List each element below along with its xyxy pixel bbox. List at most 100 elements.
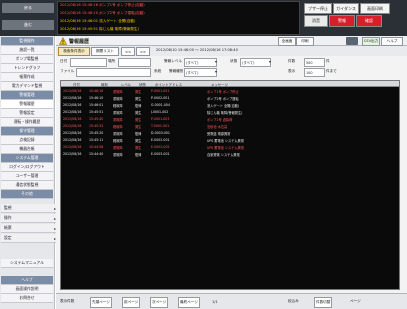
buzzer-stop-button[interactable]: ブザー停止 [304, 3, 332, 14]
alarm-button[interactable]: 警報 [329, 15, 355, 27]
alarm-level-value: (すべて) [186, 61, 199, 65]
first-page-button[interactable]: 先頭ページ [90, 297, 112, 308]
table-row[interactable]: 2012/08/16 15:44:58 重故障 発生 E-0002-002 UPS 蓄電池… [61, 144, 399, 150]
chevron-down-icon[interactable]: ▾ [215, 59, 217, 64]
sidebar-section-monitor: 監視操作 [1, 37, 53, 46]
period-list-button[interactable]: 期間リスト [91, 47, 119, 56]
csv-button[interactable]: CSV出力 [362, 37, 380, 46]
sidebar-item-equipment[interactable]: 機器台帳 [1, 145, 53, 154]
table-row[interactable]: 2012/08/16 15:45:11 軽故障 発生 E-0002-001 UPS 蓄電池… [61, 137, 399, 143]
column-header[interactable]: 日付 [73, 81, 80, 87]
table-cell-msg: ポンプ1号 ポンプ停止 [207, 89, 239, 94]
prev-period-button[interactable]: << [121, 47, 135, 56]
guidance-button[interactable]: ガイダンス [333, 3, 359, 14]
help-button[interactable]: ヘルプ [381, 37, 403, 46]
file-field[interactable] [76, 68, 151, 77]
sidebar-item-inspection[interactable]: 点検記録 [1, 136, 53, 145]
sidebar-menu-label: 操作 [4, 215, 12, 220]
sidebar-menu-monitor[interactable]: 監視 ▸ [1, 204, 59, 213]
alarm-log-line: 2012/08/16 15:46:16 ポンプ1号 ポンプ停止(自動) [60, 3, 145, 7]
state-select[interactable]: (すべて) [240, 58, 271, 67]
sidebar-item-login[interactable]: ログイン/ログアウト [1, 163, 53, 172]
back-button[interactable]: 戻る [2, 3, 54, 13]
sidebar-item-user-management[interactable]: ユーザー管理 [1, 172, 53, 181]
alarm-type-select[interactable]: (すべて) [184, 68, 217, 77]
sidebar-item-pump-monitor[interactable]: ポンプ場監視 [1, 55, 53, 64]
alarm-log-line: 2012/08/16 15:46:10 ポンプ2号 ポンプ運転(自動) [60, 11, 145, 15]
last-page-button[interactable]: 最終ページ [178, 297, 200, 308]
sidebar-item-trend-graph[interactable]: トレンドグラフ [1, 64, 53, 73]
display-value: 100 [306, 70, 313, 75]
table-cell-addr: P-0001-001 [151, 89, 170, 93]
date-field[interactable] [70, 58, 107, 67]
table-row[interactable]: 2012/08/16 15:45:20 重故障 復帰 D-0003-001 受電盤 電源異… [61, 130, 399, 136]
mute-button[interactable]: 消音 [304, 15, 328, 27]
column-header[interactable]: メッセージ [211, 81, 228, 87]
next-page-button[interactable]: 次ページ [150, 297, 169, 308]
print-tab[interactable]: 印刷 [296, 37, 314, 46]
table-row[interactable]: 2012/08/16 15:45:51 重故障 発生 J-0001-002 除じん機 故障… [61, 109, 399, 115]
table-cell-state: 発生 [135, 117, 142, 122]
screen-print-button[interactable]: 画面印刷 [360, 3, 390, 14]
next-period-button[interactable]: >> [136, 47, 150, 56]
table-header: 日付 時刻 レベル 状態 ポイントアドレス メッセージ [61, 81, 399, 87]
sidebar-item-report[interactable]: 帳票作成 [1, 73, 53, 82]
table-cell-level: 重故障 [113, 96, 123, 101]
table-row[interactable]: 2012/08/16 15:45:32 軽故障 発生 T-0001-001 沈砂池 水位高 [61, 123, 399, 129]
table-cell-time: 15:45:20 [89, 131, 104, 135]
prev-page-button[interactable]: 前ページ [122, 297, 141, 308]
count-field[interactable]: 500 [304, 58, 325, 67]
sidebar-menu-report[interactable]: 帳票 ▸ [1, 224, 59, 233]
sidebar-item-facility-list[interactable]: 施設一覧 [1, 46, 53, 55]
sidebar-item-alarm-settings[interactable]: 警報設定 [1, 109, 53, 118]
count-switch-button[interactable]: 件数切替 [314, 297, 333, 308]
sidebar-item-alarm-history[interactable]: 警報履歴 [1, 100, 53, 109]
place-field[interactable] [118, 58, 151, 67]
alarm-log-line: 2012/08/16 15:45:51 除じん機 故障(警報発生) [60, 27, 140, 31]
search-condition-button[interactable]: 検索条件表示 [58, 47, 90, 56]
column-header[interactable]: ポイントアドレス [155, 81, 182, 87]
table-cell-addr: T-0001-001 [151, 124, 170, 128]
chevron-down-icon[interactable]: ▾ [215, 69, 217, 74]
sidebar-menu-operate[interactable]: 操作 ▸ [1, 214, 59, 223]
table-row[interactable]: 2012/08/16 15:45:40 重故障 発生 P-0001-003 ポンプ1号 過… [61, 116, 399, 122]
table-cell-state: 発生 [135, 110, 142, 115]
table-cell-level: 重故障 [113, 131, 123, 136]
sidebar-item-operation-history[interactable]: 運転・操作履歴 [1, 118, 53, 127]
table-row[interactable]: 2012/08/16 15:46:01 軽故障 復帰 G-0001-004 流入ゲート 全… [61, 102, 399, 108]
page-label: ページ [350, 299, 361, 303]
sidebar-item-system-manual[interactable]: システムマニュアル [1, 259, 53, 268]
sidebar-menu-settings[interactable]: 設定 ▸ [1, 234, 59, 243]
display-unit: 件まで [326, 69, 337, 73]
printer-icon[interactable] [346, 37, 358, 45]
table-cell-level: 重故障 [113, 110, 123, 115]
table-cell-addr: P-0002-001 [151, 96, 170, 100]
system-label: 系統 [154, 69, 162, 73]
sidebar-item-power-demand[interactable]: 電力デマンド監視 [1, 82, 53, 91]
display-field[interactable]: 100 [304, 68, 325, 77]
table-cell-time: 15:45:51 [89, 110, 104, 114]
table-cell-time: 15:45:40 [89, 117, 104, 121]
fullscreen-tab[interactable]: 全画面 [278, 37, 296, 46]
table-row[interactable]: 2012/08/16 15:46:10 重故障 発生 P-0002-001 ポンプ2号 ポ… [61, 95, 399, 101]
column-header[interactable]: レベル [121, 81, 131, 87]
table-cell-msg: UPS 蓄電池 システム異常 [207, 138, 244, 143]
forward-button[interactable]: 進む [2, 20, 54, 30]
sidebar-item-contact[interactable]: お問合せ [1, 294, 53, 303]
sidebar-section-system: システム管理 [1, 154, 53, 163]
column-header[interactable]: 時刻 [101, 81, 108, 87]
sidebar-item-comm-status[interactable]: 通信状態監視 [1, 181, 53, 190]
confirm-button[interactable]: 確認 [356, 15, 382, 27]
table-row[interactable]: 2012/08/16 15:44:40 重故障 復帰 E-0003-001 自家発電 シス… [61, 151, 399, 157]
alarm-label: 警報 [338, 18, 346, 23]
table-row[interactable]: 2012/08/16 15:46:16 重故障 発生 P-0001-001 ポンプ1号 ポ… [61, 88, 399, 94]
mute-label: 消音 [312, 18, 320, 23]
alarm-level-select[interactable]: (すべて) [184, 58, 217, 67]
sidebar-item-screen-guide[interactable]: 画面操作説明 [1, 285, 53, 294]
chevron-down-icon[interactable]: ▾ [269, 59, 271, 64]
search-toolbar: 検索条件表示 期間リスト << >> 2012/08/10 15:48:00 ～… [56, 46, 407, 56]
table-body: 2012/08/16 15:46:16 重故障 発生 P-0001-001 ポンプ1号 ポ… [61, 88, 399, 288]
column-header[interactable]: 状態 [139, 81, 146, 87]
guidance-label: ガイダンス [336, 5, 356, 11]
table-cell-addr: J-0001-002 [151, 110, 169, 114]
